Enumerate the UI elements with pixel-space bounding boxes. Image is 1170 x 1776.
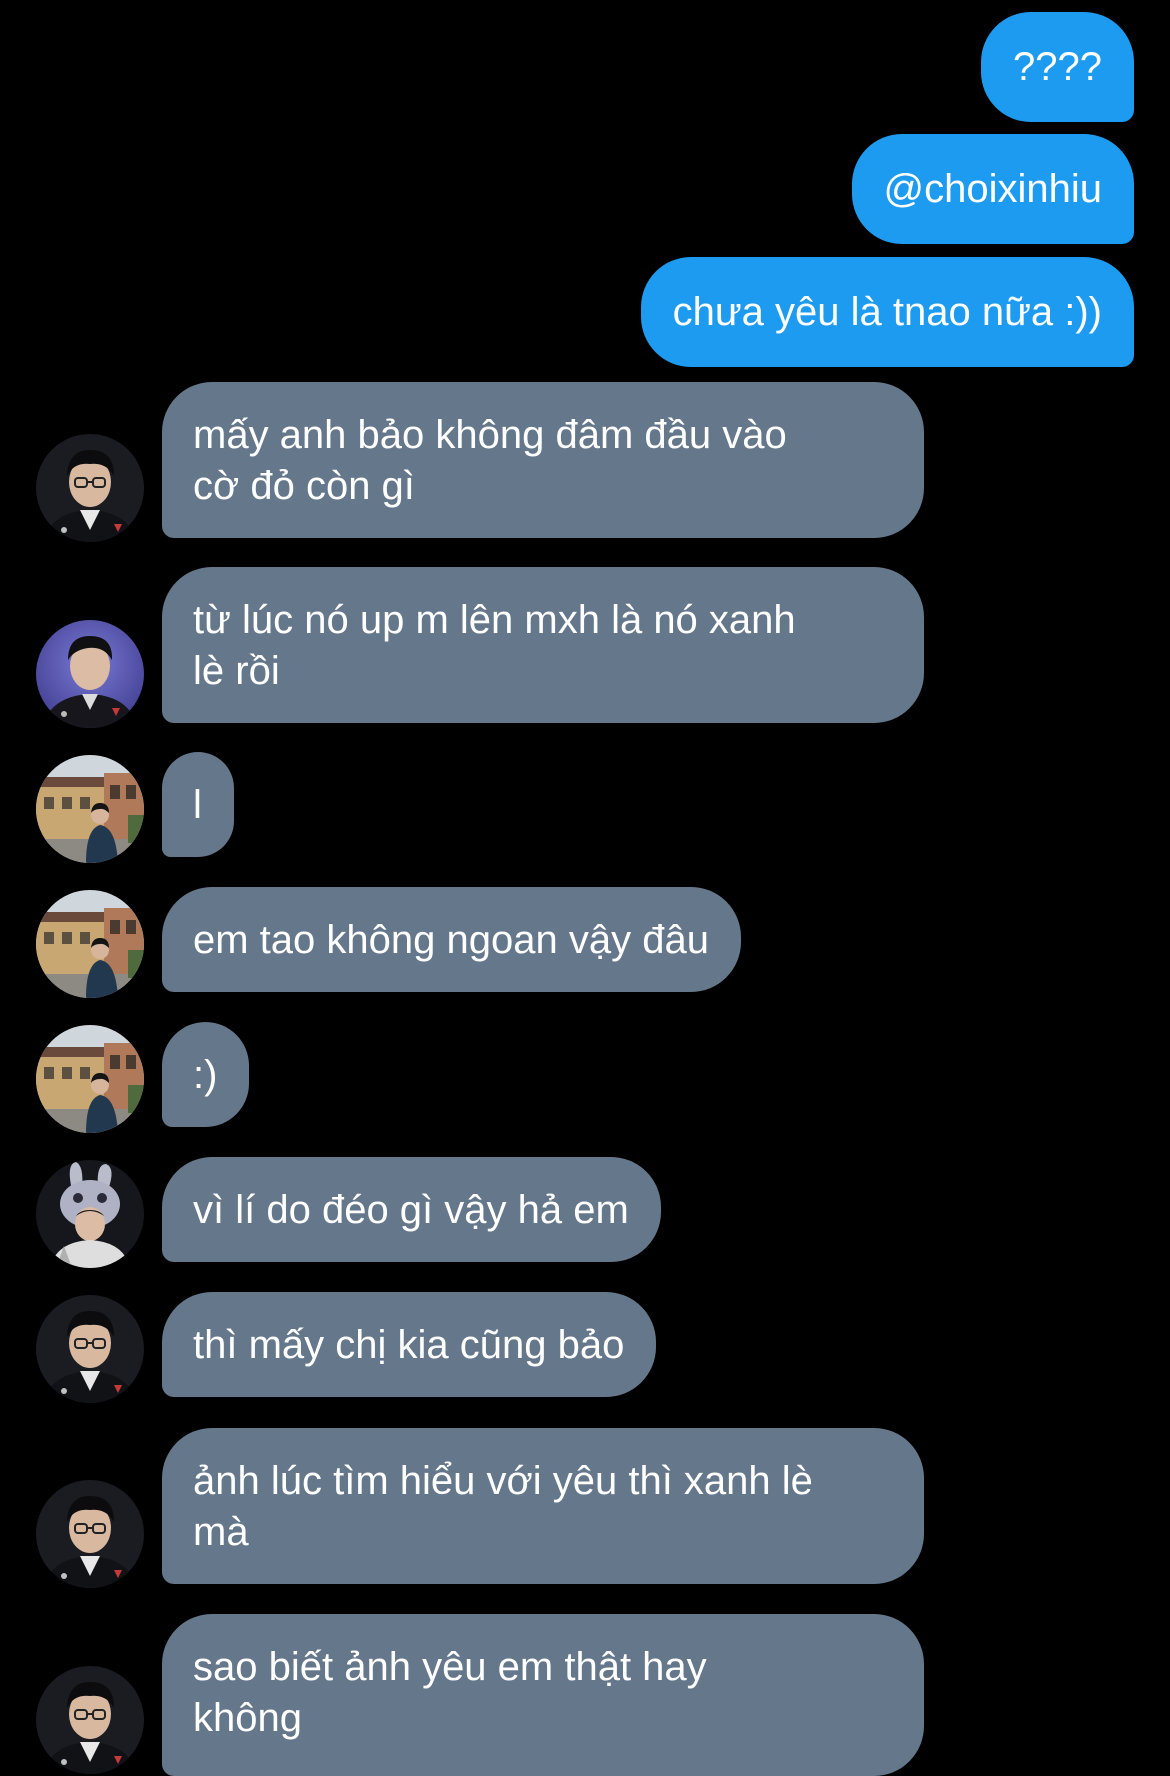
message-line: thì mấy chị kia cũng bảo — [193, 1323, 625, 1367]
message-text: chưa yêu là tnao nữa :)) — [672, 289, 1102, 334]
avatar-man-purple-bg[interactable] — [36, 620, 144, 728]
message-line: cờ đỏ còn gì — [193, 464, 415, 508]
incoming-message[interactable]: ảnh lúc tìm hiểu với yêu thì xanh lè mà — [162, 1428, 924, 1584]
avatar-bunny-hat[interactable] — [36, 1160, 144, 1268]
avatar-man-glasses[interactable] — [36, 1480, 144, 1588]
message-line: l — [193, 783, 202, 827]
message-line: mấy anh bảo không đâm đầu vào — [193, 413, 787, 457]
message-line: em tao không ngoan vậy đâu — [193, 918, 709, 962]
incoming-message[interactable]: l — [162, 752, 234, 857]
avatar-man-glasses[interactable] — [36, 1666, 144, 1774]
message-text: @choixinhiu — [883, 166, 1103, 211]
avatar-man-glasses[interactable] — [36, 434, 144, 542]
incoming-message[interactable]: sao biết ảnh yêu em thật hay không — [162, 1614, 924, 1776]
avatar-street-photo[interactable] — [36, 890, 144, 998]
message-line: :) — [193, 1053, 218, 1097]
incoming-message[interactable]: thì mấy chị kia cũng bảo — [162, 1292, 657, 1397]
message-line: từ lúc nó up m lên mxh là nó xanh — [193, 598, 796, 642]
message-text: ???? — [1013, 44, 1102, 89]
avatar-man-glasses[interactable] — [36, 1295, 144, 1403]
message-line: sao biết ảnh yêu em thật hay — [193, 1645, 707, 1689]
incoming-message[interactable]: em tao không ngoan vậy đâu — [162, 887, 741, 992]
message-line: ảnh lúc tìm hiểu với yêu thì xanh lè — [193, 1459, 813, 1503]
incoming-message[interactable]: :) — [162, 1022, 250, 1127]
outgoing-message[interactable]: @choixinhiu — [851, 134, 1134, 244]
outgoing-message[interactable]: ???? — [981, 12, 1134, 122]
message-line: không — [193, 1696, 302, 1740]
message-line: mà — [193, 1510, 249, 1554]
avatar-street-photo[interactable] — [36, 1025, 144, 1133]
message-line: lè rồi — [193, 649, 280, 693]
incoming-message[interactable]: mấy anh bảo không đâm đầu vào cờ đỏ còn … — [162, 382, 924, 538]
message-line: vì lí do đéo gì vậy hả em — [193, 1188, 629, 1232]
outgoing-message[interactable]: chưa yêu là tnao nữa :)) — [640, 257, 1134, 367]
incoming-message[interactable]: từ lúc nó up m lên mxh là nó xanh lè rồi — [162, 567, 924, 723]
incoming-message[interactable]: vì lí do đéo gì vậy hả em — [162, 1157, 661, 1262]
avatar-street-photo[interactable] — [36, 755, 144, 863]
